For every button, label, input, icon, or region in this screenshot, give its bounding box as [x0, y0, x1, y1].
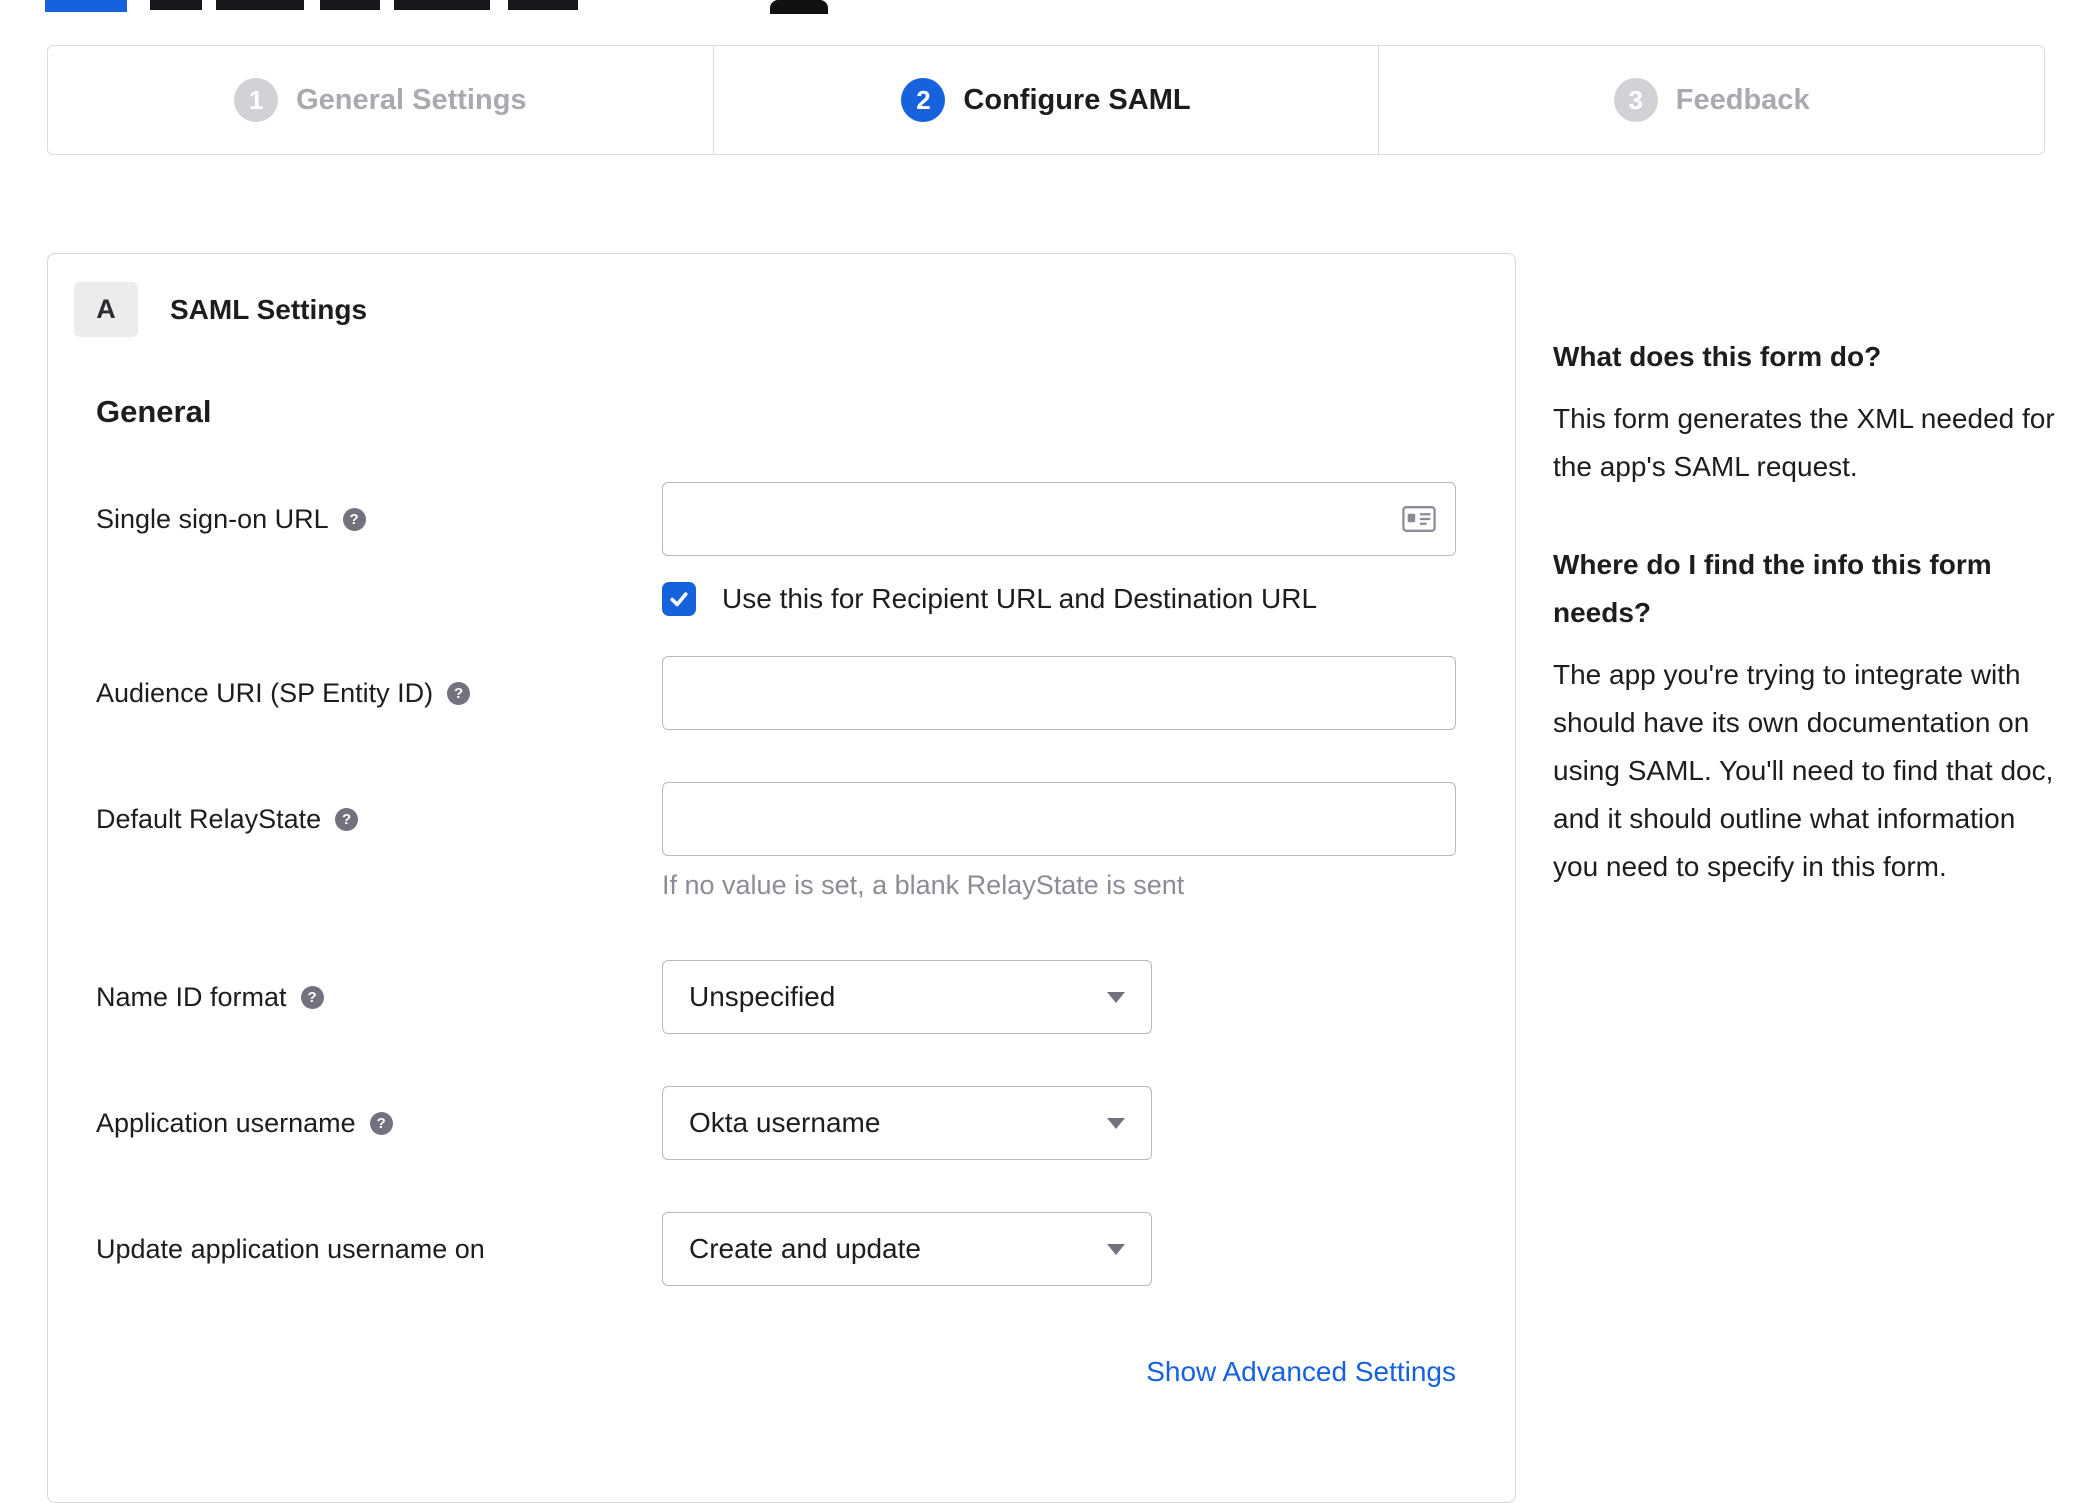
help-body: The app you're trying to integrate with … [1553, 659, 2054, 882]
chevron-down-icon [1107, 1243, 1125, 1255]
step-label: General Settings [296, 83, 527, 116]
step-number-badge: 1 [234, 78, 279, 122]
title-text-fragment [394, 0, 490, 10]
logo-fragment [45, 0, 127, 12]
form-row-relay-state: Default RelayState ? If no value is set,… [96, 782, 1456, 902]
title-text-fragment [150, 0, 202, 10]
relay-state-input[interactable] [662, 782, 1456, 856]
section-badge: A [74, 282, 138, 337]
step-label: Configure SAML [963, 83, 1191, 116]
chevron-down-icon [1107, 1117, 1125, 1129]
checkbox-label: Use this for Recipient URL and Destinati… [722, 583, 1318, 614]
advanced-settings-row: Show Advanced Settings [96, 1356, 1456, 1388]
address-card-icon [1402, 506, 1436, 533]
help-icon[interactable]: ? [300, 985, 324, 1009]
recipient-url-checkbox-row: Use this for Recipient URL and Destinati… [662, 582, 1456, 616]
form-row-update-username: Update application username on Create an… [96, 1212, 1456, 1286]
field-label: Single sign-on URL [96, 503, 329, 534]
update-username-select[interactable]: Create and update [662, 1212, 1152, 1286]
selected-value: Unspecified [689, 981, 836, 1012]
step-number-badge: 3 [1613, 78, 1658, 122]
selected-value: Okta username [689, 1107, 881, 1138]
help-section: Where do I find the info this form needs… [1553, 541, 2058, 891]
application-username-select[interactable]: Okta username [662, 1086, 1152, 1160]
help-heading: What does this form do? [1553, 341, 1882, 372]
field-label: Audience URI (SP Entity ID) [96, 677, 434, 708]
help-icon[interactable]: ? [335, 807, 359, 831]
title-text-fragment [508, 0, 578, 10]
step-feedback[interactable]: 3 Feedback [1379, 46, 2044, 154]
step-configure-saml[interactable]: 2 Configure SAML [714, 46, 1380, 154]
help-icon[interactable]: ? [369, 1111, 393, 1135]
icon-fragment [770, 0, 828, 14]
step-general-settings[interactable]: 1 General Settings [48, 46, 714, 154]
wizard-stepper: 1 General Settings 2 Configure SAML 3 Fe… [47, 45, 2045, 155]
help-icon[interactable]: ? [342, 507, 366, 531]
help-icon[interactable]: ? [447, 681, 471, 705]
audience-uri-input[interactable] [662, 656, 1456, 730]
field-label: Update application username on [96, 1233, 485, 1264]
form-row-sso-url: Single sign-on URL ? Use this for Recipi… [96, 482, 1456, 616]
field-label: Default RelayState [96, 803, 322, 834]
help-heading: Where do I find the info this form needs… [1553, 549, 1992, 628]
selected-value: Create and update [689, 1233, 921, 1264]
title-text-fragment [216, 0, 304, 10]
help-body: This form generates the XML needed for t… [1553, 403, 2055, 482]
title-text-fragment [320, 0, 380, 10]
help-sidebar: What does this form do? This form genera… [1553, 333, 2058, 891]
field-label: Name ID format [96, 981, 287, 1012]
name-id-format-select[interactable]: Unspecified [662, 960, 1152, 1034]
cropped-page-header [0, 0, 2092, 14]
form-row-name-id-format: Name ID format ? Unspecified [96, 960, 1456, 1034]
help-section: What does this form do? This form genera… [1553, 333, 2058, 491]
form-row-application-username: Application username ? Okta username [96, 1086, 1456, 1160]
step-number-badge: 2 [901, 78, 946, 122]
field-label: Application username [96, 1107, 356, 1138]
show-advanced-settings-link[interactable]: Show Advanced Settings [1146, 1356, 1456, 1387]
saml-settings-panel: A SAML Settings General Single sign-on U… [47, 253, 1516, 1503]
recipient-url-checkbox[interactable] [662, 582, 696, 616]
sso-url-input[interactable] [662, 482, 1456, 556]
relay-state-hint: If no value is set, a blank RelayState i… [662, 870, 1185, 900]
group-title: General [96, 394, 212, 429]
chevron-down-icon [1107, 991, 1125, 1003]
form-row-audience-uri: Audience URI (SP Entity ID) ? [96, 656, 1456, 730]
section-title: SAML Settings [170, 293, 368, 325]
section-header: A SAML Settings [74, 282, 1456, 337]
step-label: Feedback [1675, 83, 1810, 116]
